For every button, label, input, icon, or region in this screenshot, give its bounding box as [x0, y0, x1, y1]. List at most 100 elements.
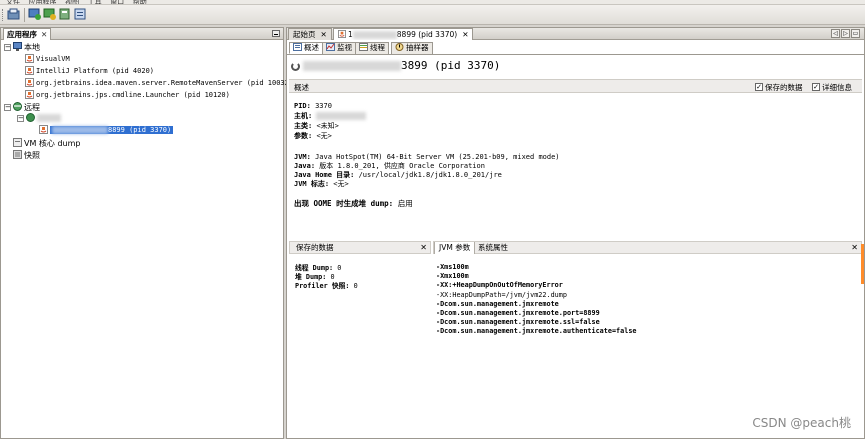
scroll-left-icon[interactable]: ◁ — [831, 29, 840, 38]
tree-node-local[interactable]: 本地 — [13, 42, 40, 53]
close-icon[interactable]: ✕ — [420, 243, 427, 252]
remote-app-label: 8899 (pid 3370) — [108, 126, 172, 134]
jvm-argument: -XX:HeapDumpPath=/jvm/jvm22.dump — [436, 290, 567, 299]
close-icon[interactable]: ✕ — [851, 243, 858, 252]
add-jmx-connection-icon[interactable] — [43, 8, 57, 21]
applications-panel: 应用程序 ✕ − 本地 VisualVM IntelliJ Platform (p… — [0, 27, 293, 439]
jvm-argument: -Xms100m — [436, 263, 469, 271]
add-snapshot-icon[interactable] — [58, 8, 72, 21]
tab-sampler-label: 抽样器 — [406, 43, 429, 52]
computer-icon — [13, 42, 22, 51]
redacted-host — [352, 31, 397, 39]
tab-sampler[interactable]: 抽样器 — [391, 42, 433, 54]
pid-value: 3370 — [315, 102, 332, 110]
args-label: 参数: — [294, 132, 313, 140]
document-tabs: 起始页 ✕ 1 8899 (pid 3370) ✕ ◁ ▷ ▭ — [287, 28, 864, 40]
java-home-value: /usr/local/jdk1.8/jdk1.8.0_201/jre — [358, 171, 502, 179]
overview-section-header: 概述 ✓ 保存的数据 ✓ 详细信息 — [289, 79, 862, 93]
sampler-icon — [395, 43, 404, 51]
jvm-flags-label: JVM 标志: — [294, 180, 330, 188]
scroll-right-icon[interactable]: ▷ — [841, 29, 850, 38]
tab-system-properties[interactable]: 系统属性 — [474, 242, 512, 254]
toolbar-separator — [24, 8, 25, 22]
collapse-toggle[interactable]: − — [4, 104, 11, 111]
jvm-row: JVM: Java HotSpot(TM) 64-Bit Server VM (… — [294, 153, 560, 162]
document-panel: 起始页 ✕ 1 8899 (pid 3370) ✕ ◁ ▷ ▭ 概述 监视 线程 抽样… — [286, 27, 865, 439]
profiler-label: Profiler 快照: — [295, 282, 350, 290]
add-remote-host-icon[interactable] — [28, 8, 42, 21]
remote-hosts-icon — [13, 102, 22, 111]
tab-monitor-label: 监视 — [337, 43, 352, 52]
tree-node-vm-coredump[interactable]: VM 核心 dump — [13, 138, 80, 149]
tree-node-remote-label: 远程 — [24, 103, 40, 112]
tree-node-remote-app[interactable]: 8899 (pid 3370) — [39, 124, 174, 136]
java-home-label: Java Home 目录: — [294, 171, 355, 179]
tab-overview[interactable]: 概述 — [289, 42, 323, 54]
redacted-host — [37, 114, 61, 122]
tree-node-remote[interactable]: 远程 — [13, 102, 40, 113]
saved-data-title: 保存的数据 — [296, 243, 334, 252]
coredump-icon — [13, 138, 22, 147]
main-class-label: 主类: — [294, 122, 313, 130]
tree-node-intellij[interactable]: IntelliJ Platform (pid 4020) — [25, 65, 155, 77]
tab-jvm-arguments[interactable]: JVM 参数 — [434, 242, 476, 254]
java-app-icon — [25, 89, 34, 99]
java-row: Java: 版本 1.8.0_201, 供应商 Oracle Corporati… — [294, 162, 485, 171]
remote-host-icon — [26, 112, 35, 122]
tree-node-label: IntelliJ Platform (pid 4020) — [36, 67, 155, 75]
tab-applications[interactable]: 应用程序 ✕ — [3, 28, 52, 40]
minimize-button[interactable] — [272, 30, 280, 37]
jvm-value: Java HotSpot(TM) 64-Bit Server VM (25.20… — [315, 153, 560, 161]
scroll-indicator — [861, 244, 864, 284]
close-icon[interactable]: ✕ — [321, 30, 327, 39]
oome-label: 出现 OOME 时生成堆 dump: — [294, 199, 394, 208]
details-checkbox[interactable]: ✓ 详细信息 — [812, 82, 852, 93]
tree-node-remote-host[interactable] — [26, 112, 61, 124]
args-value: <无> — [316, 132, 332, 140]
checkbox-checked-icon: ✓ — [755, 83, 763, 91]
overview-section-label: 概述 — [294, 83, 309, 92]
tree-node-maven-server[interactable]: org.jetbrains.idea.maven.server.RemoteMa… — [25, 77, 294, 89]
tree-node-jps-launcher[interactable]: org.jetbrains.jps.cmdline.Launcher (pid … — [25, 89, 230, 101]
app-title-label: 3899 (pid 3370) — [401, 59, 501, 72]
tree-node-snapshots[interactable]: 快照 — [13, 150, 40, 161]
saved-data-checkbox[interactable]: ✓ 保存的数据 — [755, 82, 803, 93]
applications-panel-header: 应用程序 ✕ — [1, 28, 283, 40]
tab-start-page-label: 起始页 — [293, 30, 316, 39]
tab-remote-app[interactable]: 1 8899 (pid 3370) ✕ — [333, 28, 474, 40]
tab-remote-app-label: 8899 (pid 3370) — [396, 30, 458, 39]
oome-value: 启用 — [397, 199, 413, 208]
host-label: 主机: — [294, 112, 313, 120]
overview-content: 3899 (pid 3370) 概述 ✓ 保存的数据 ✓ 详细信息 PID: 337… — [287, 54, 864, 438]
selected-node-label: 8899 (pid 3370) — [50, 126, 174, 134]
collapse-toggle[interactable]: − — [4, 44, 11, 51]
host-row: 主机: — [294, 112, 367, 121]
tree-node-label: VisualVM — [36, 55, 70, 63]
java-app-icon — [39, 124, 48, 134]
saved-data-panel: 保存的数据 ✕ 线程 Dump: 0 堆 Dump: 0 Profiler 快照… — [289, 241, 431, 439]
tree-node-label: org.jetbrains.jps.cmdline.Launcher (pid … — [36, 91, 230, 99]
pid-label: PID: — [294, 102, 311, 110]
main-class-row: 主类: <未知> — [294, 122, 339, 131]
tab-start-page[interactable]: 起始页 ✕ — [288, 28, 332, 40]
open-icon[interactable] — [7, 8, 21, 21]
close-icon[interactable]: ✕ — [462, 30, 468, 39]
tab-navigation: ◁ ▷ ▭ — [831, 29, 860, 38]
close-icon[interactable]: ✕ — [41, 30, 47, 39]
java-app-icon — [338, 30, 346, 38]
maximize-icon[interactable]: ▭ — [851, 29, 860, 38]
redacted-host — [316, 112, 367, 120]
heap-dump-value: 0 — [330, 273, 335, 281]
app-title: 3899 (pid 3370) — [291, 59, 500, 72]
collapse-toggle[interactable]: − — [17, 115, 24, 122]
tab-monitor[interactable]: 监视 — [322, 42, 356, 54]
saved-data-header: 保存的数据 ✕ — [289, 241, 431, 254]
tree-node-label: org.jetbrains.idea.maven.server.RemoteMa… — [36, 79, 294, 87]
tab-threads[interactable]: 线程 — [355, 42, 389, 54]
heap-dump-icon[interactable] — [73, 8, 87, 21]
jvm-flags-value: <无> — [333, 180, 349, 188]
redacted-host — [52, 126, 108, 134]
tree-node-visualvm[interactable]: VisualVM — [25, 53, 70, 65]
jvm-argument: -Xmx100m — [436, 272, 469, 281]
threads-icon — [359, 43, 368, 51]
